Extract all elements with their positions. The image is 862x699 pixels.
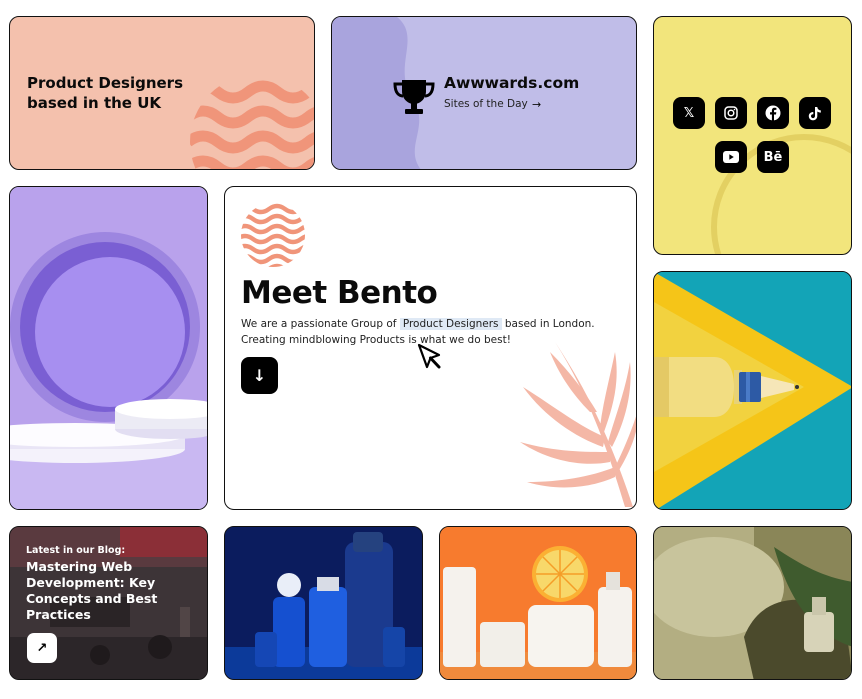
open-post-button[interactable]: ↗	[27, 633, 57, 663]
blue-products-illustration	[225, 527, 422, 679]
orange-skincare-image	[439, 526, 637, 680]
x-icon[interactable]: 𝕏	[673, 97, 705, 129]
leaf-decoration	[520, 342, 636, 507]
arrow-right-icon: →	[532, 98, 542, 111]
awwwards-title: Awwwards.com	[444, 74, 580, 92]
green-bottle-image	[653, 526, 852, 680]
tagline-card: Product Designers based in the UK	[9, 16, 315, 170]
blog-card[interactable]: Latest in our Blog: Mastering Web Develo…	[9, 526, 208, 680]
tiktok-icon[interactable]	[799, 97, 831, 129]
cursor-icon	[417, 343, 441, 369]
green-bottle-illustration	[654, 527, 851, 679]
social-card: 𝕏 Bē	[653, 16, 852, 255]
wave-pattern-decoration	[190, 80, 314, 169]
scroll-down-button[interactable]: ↓	[241, 357, 278, 394]
blog-title: Mastering Web Development: Key Concepts …	[26, 559, 158, 622]
orange-skincare-illustration	[440, 527, 636, 679]
page-title: Meet Bento	[241, 275, 438, 311]
youtube-icon[interactable]	[715, 141, 747, 173]
awwwards-card[interactable]: Awwwards.com Sites of the Day →	[331, 16, 637, 170]
blob-decoration	[332, 17, 421, 169]
arrow-down-icon: ↓	[252, 366, 267, 385]
glue-stick-image	[653, 271, 852, 510]
blog-kicker: Latest in our Blog:	[26, 545, 126, 556]
trophy-icon	[393, 80, 435, 114]
awwwards-subtitle: Sites of the Day	[444, 98, 528, 110]
podium-illustration	[10, 187, 207, 509]
arrow-up-right-icon: ↗	[36, 640, 48, 656]
bento-logo	[241, 203, 305, 267]
highlighted-text: Product Designers	[399, 318, 502, 330]
glue-stick-illustration	[654, 272, 851, 509]
behance-icon[interactable]: Bē	[757, 141, 789, 173]
purple-podium-image	[9, 186, 208, 510]
facebook-icon[interactable]	[757, 97, 789, 129]
instagram-icon[interactable]	[715, 97, 747, 129]
blue-products-image	[224, 526, 423, 680]
